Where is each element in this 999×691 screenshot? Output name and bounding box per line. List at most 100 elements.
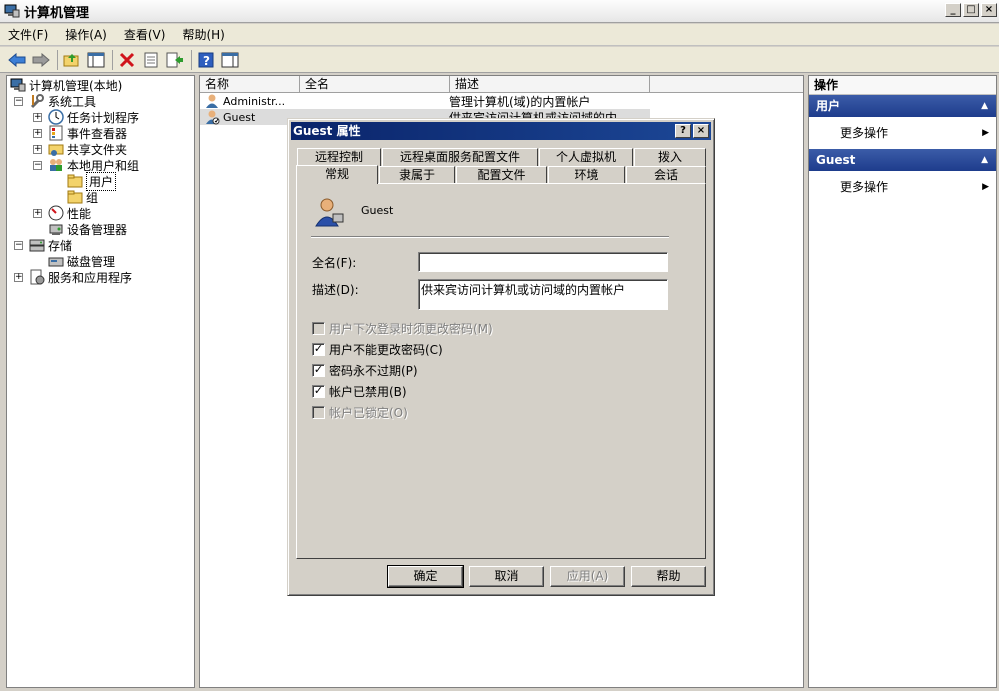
actions-section-users[interactable]: 用户 ▲ (809, 95, 996, 117)
expander-event-viewer[interactable]: + (33, 129, 42, 138)
tree-item-users[interactable]: 用户 (67, 171, 117, 191)
event-viewer-icon (48, 125, 64, 141)
apply-button[interactable]: 应用(A) (550, 566, 625, 587)
menu-action[interactable]: 操作(A) (65, 26, 107, 43)
dialog-help-button[interactable]: ? (675, 124, 691, 138)
tree-item-device-manager[interactable]: 设备管理器 (48, 221, 127, 237)
column-name[interactable]: 名称 (200, 76, 300, 93)
properties-icon[interactable] (140, 49, 162, 71)
tree-item-event-viewer[interactable]: 事件查看器 (48, 125, 127, 141)
services-icon (29, 269, 45, 285)
tab-environment[interactable]: 环境 (548, 166, 625, 184)
checkbox-box[interactable]: ✓ (312, 385, 325, 398)
tree-item-performance[interactable]: 性能 (48, 205, 91, 221)
tree-item-shared-folders[interactable]: 共享文件夹 (48, 141, 127, 157)
export-list-icon[interactable] (164, 49, 186, 71)
guest-properties-dialog: Guest 属性 ? × 远程控制 远程桌面服务配置文件 个人虚拟机 拨入 常规… (287, 118, 715, 596)
checkbox-box[interactable]: ✓ (312, 364, 325, 377)
menu-help[interactable]: 帮助(H) (182, 26, 224, 43)
show-action-pane-icon[interactable] (219, 49, 241, 71)
tree-root[interactable]: 计算机管理(本地) (10, 77, 122, 93)
section-title: Guest (816, 153, 856, 167)
checkbox-account-locked[interactable]: 帐户已锁定(O) (312, 404, 408, 421)
back-arrow-icon[interactable] (6, 49, 28, 71)
forward-arrow-icon[interactable] (30, 49, 52, 71)
svg-text:?: ? (203, 54, 210, 68)
computer-icon (10, 77, 26, 93)
checkbox-password-never-expires[interactable]: ✓ 密码永不过期(P) (312, 362, 418, 379)
tab-general[interactable]: 常规 (296, 165, 378, 184)
tab-remote-control[interactable]: 远程控制 (297, 148, 381, 166)
checkbox-must-change-password[interactable]: 用户下次登录时须更改密码(M) (312, 320, 493, 337)
user-icon (204, 93, 220, 109)
expander-performance[interactable]: + (33, 209, 42, 218)
collapse-caret-icon[interactable]: ▲ (981, 95, 988, 117)
tab-member-of[interactable]: 隶属于 (379, 166, 455, 184)
description-input[interactable]: 供来宾访问计算机或访问域的内置帐户 (418, 279, 668, 310)
menu-file[interactable]: 文件(F) (8, 26, 48, 43)
tree-item-label: 任务计划程序 (67, 110, 140, 125)
tree-item-system-tools[interactable]: 系统工具 (29, 93, 96, 109)
action-label: 更多操作 (840, 126, 889, 140)
checkbox-cannot-change-password[interactable]: ✓ 用户不能更改密码(C) (312, 341, 443, 358)
checkbox-label: 用户下次登录时须更改密码(M) (329, 322, 493, 336)
checkbox-box[interactable] (312, 322, 325, 335)
fullname-input[interactable] (418, 252, 668, 272)
tree-item-disk-management[interactable]: 磁盘管理 (48, 253, 115, 269)
help-button[interactable]: 帮助 (631, 566, 706, 587)
tree-item-storage[interactable]: 存储 (29, 237, 72, 253)
collapse-caret-icon[interactable]: ▲ (981, 149, 988, 171)
more-actions-users[interactable]: 更多操作 ▶ (809, 117, 996, 149)
tree-item-services-apps[interactable]: 服务和应用程序 (29, 269, 132, 285)
expander-system-tools[interactable]: − (14, 97, 23, 106)
tab-rds-profile[interactable]: 远程桌面服务配置文件 (382, 148, 538, 166)
tree-item-label: 共享文件夹 (67, 142, 128, 157)
expander-local-users-groups[interactable]: − (33, 161, 42, 170)
tree-item-task-scheduler[interactable]: 任务计划程序 (48, 109, 139, 125)
general-tab-panel: Guest 全名(F): 描述(D): 供来宾访问计算机或访问域的内置帐户 用户… (296, 183, 706, 559)
column-description[interactable]: 描述 (450, 76, 650, 93)
expander-services-apps[interactable]: + (14, 273, 23, 282)
close-button[interactable]: × (981, 3, 997, 17)
cancel-button[interactable]: 取消 (469, 566, 544, 587)
column-fullname[interactable]: 全名 (300, 76, 450, 93)
ok-button[interactable]: 确定 (387, 565, 464, 588)
checkbox-box[interactable]: ✓ (312, 343, 325, 356)
minimize-button[interactable]: _ (945, 3, 961, 17)
checkbox-account-disabled[interactable]: ✓ 帐户已禁用(B) (312, 383, 407, 400)
tab-dial-in[interactable]: 拨入 (634, 148, 706, 166)
tree-item-label: 性能 (67, 206, 92, 221)
delete-icon[interactable] (116, 49, 138, 71)
help-icon[interactable]: ? (195, 49, 217, 71)
tab-sessions[interactable]: 会话 (626, 166, 706, 184)
checkbox-box[interactable] (312, 406, 325, 419)
expander-task-scheduler[interactable]: + (33, 113, 42, 122)
expander-shared-folders[interactable]: + (33, 145, 42, 154)
menu-view[interactable]: 查看(V) (124, 26, 166, 43)
checkbox-label: 用户不能更改密码(C) (329, 343, 443, 357)
table-row[interactable]: Administr... 管理计算机(域)的内置帐户 (200, 93, 650, 109)
row-name: Administr... (223, 94, 286, 108)
tree-item-groups[interactable]: 组 (67, 189, 98, 205)
submenu-arrow-icon: ▶ (982, 128, 989, 138)
disk-icon (48, 253, 64, 269)
up-folder-icon[interactable] (61, 49, 83, 71)
list-header: 名称 全名 描述 (200, 76, 803, 93)
checkbox-label: 帐户已禁用(B) (329, 385, 407, 399)
users-group-icon (48, 157, 64, 173)
console-tree: 计算机管理(本地) − 系统工具 + 任务计划程序 + 事件查看器 + 共享文件… (6, 75, 195, 688)
dialog-close-button[interactable]: × (693, 124, 709, 138)
expander-storage[interactable]: − (14, 241, 23, 250)
tab-profile[interactable]: 配置文件 (456, 166, 547, 184)
tab-personal-vm[interactable]: 个人虚拟机 (539, 148, 633, 166)
tree-item-label: 系统工具 (48, 94, 97, 109)
description-label: 描述(D): (312, 283, 359, 297)
tree-root-label: 计算机管理(本地) (29, 78, 123, 93)
more-actions-guest[interactable]: 更多操作 ▶ (809, 171, 996, 203)
actions-section-guest[interactable]: Guest ▲ (809, 149, 996, 171)
submenu-arrow-icon: ▶ (982, 182, 989, 192)
shared-folder-icon (48, 141, 64, 157)
maximize-button[interactable]: □ (963, 3, 979, 17)
show-hide-tree-icon[interactable] (85, 49, 107, 71)
storage-icon (29, 237, 45, 253)
